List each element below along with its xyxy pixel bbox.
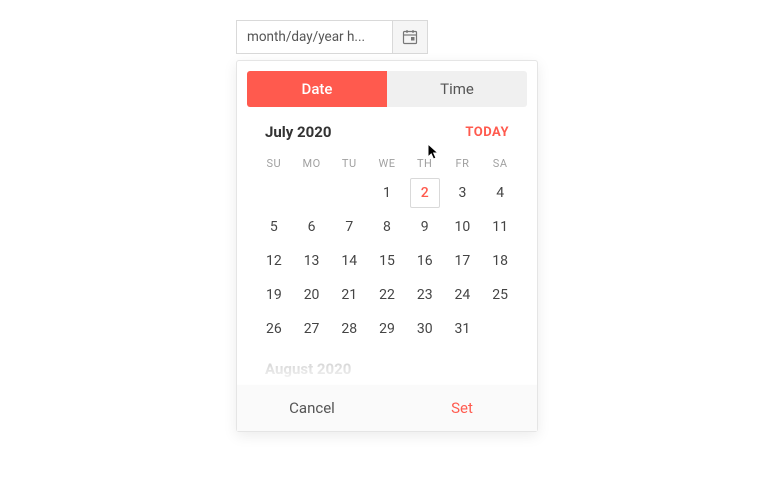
week-row: 1 2 3 4 (237, 176, 537, 210)
day-cell[interactable]: 11 (481, 210, 519, 244)
day-cell[interactable]: 29 (368, 312, 406, 346)
day-cell[interactable]: 9 (406, 210, 444, 244)
dow-fr: FR (444, 151, 482, 176)
day-cell[interactable]: 30 (406, 312, 444, 346)
day-cell (481, 312, 519, 346)
day-cell[interactable]: 24 (444, 278, 482, 312)
day-cell[interactable]: 14 (330, 244, 368, 278)
day-cell[interactable]: 12 (255, 244, 293, 278)
day-cell[interactable]: 18 (481, 244, 519, 278)
calendar-icon (402, 29, 418, 45)
day-cell[interactable]: 15 (368, 244, 406, 278)
month-label[interactable]: July 2020 (265, 123, 331, 141)
day-cell[interactable]: 20 (293, 278, 331, 312)
today-button[interactable]: TODAY (465, 125, 509, 140)
day-cell[interactable]: 4 (481, 176, 519, 210)
week-row: 5 6 7 8 9 10 11 (237, 210, 537, 244)
action-bar: Cancel Set (237, 384, 537, 431)
week-row: 19 20 21 22 23 24 25 (237, 278, 537, 312)
day-cell[interactable]: 31 (444, 312, 482, 346)
set-button[interactable]: Set (387, 385, 537, 431)
day-cell (293, 176, 331, 210)
day-cell[interactable]: 1 (368, 176, 406, 210)
day-cell-today[interactable]: 2 (406, 176, 444, 210)
day-cell[interactable]: 8 (368, 210, 406, 244)
day-of-week-row: SU MO TU WE TH FR SA (237, 151, 537, 176)
datetime-input-row (236, 20, 538, 54)
week-row: 12 13 14 15 16 17 18 (237, 244, 537, 278)
dow-we: WE (368, 151, 406, 176)
datetime-input[interactable] (236, 20, 392, 54)
day-cell[interactable]: 21 (330, 278, 368, 312)
month-header: July 2020 TODAY (237, 117, 537, 151)
day-cell (330, 176, 368, 210)
calendar-toggle-button[interactable] (392, 20, 428, 54)
day-cell[interactable]: 27 (293, 312, 331, 346)
cancel-button[interactable]: Cancel (237, 385, 387, 431)
day-cell[interactable]: 23 (406, 278, 444, 312)
day-cell[interactable]: 7 (330, 210, 368, 244)
dow-tu: TU (330, 151, 368, 176)
day-cell[interactable]: 22 (368, 278, 406, 312)
datetime-popup: Date Time July 2020 TODAY SU MO TU WE TH… (236, 60, 538, 432)
dow-mo: MO (293, 151, 331, 176)
day-cell[interactable]: 3 (444, 176, 482, 210)
day-cell (255, 176, 293, 210)
next-month-label: August 2020 (237, 346, 537, 384)
day-cell[interactable]: 16 (406, 244, 444, 278)
tab-time[interactable]: Time (387, 71, 527, 107)
week-row: 26 27 28 29 30 31 (237, 312, 537, 346)
dow-sa: SA (481, 151, 519, 176)
day-cell[interactable]: 13 (293, 244, 331, 278)
day-cell[interactable]: 10 (444, 210, 482, 244)
day-cell[interactable]: 6 (293, 210, 331, 244)
dow-th: TH (406, 151, 444, 176)
day-cell[interactable]: 26 (255, 312, 293, 346)
day-cell[interactable]: 17 (444, 244, 482, 278)
mode-tabs: Date Time (237, 61, 537, 117)
dow-su: SU (255, 151, 293, 176)
day-cell[interactable]: 25 (481, 278, 519, 312)
day-cell[interactable]: 28 (330, 312, 368, 346)
tab-date[interactable]: Date (247, 71, 387, 107)
day-cell[interactable]: 19 (255, 278, 293, 312)
day-cell[interactable]: 5 (255, 210, 293, 244)
